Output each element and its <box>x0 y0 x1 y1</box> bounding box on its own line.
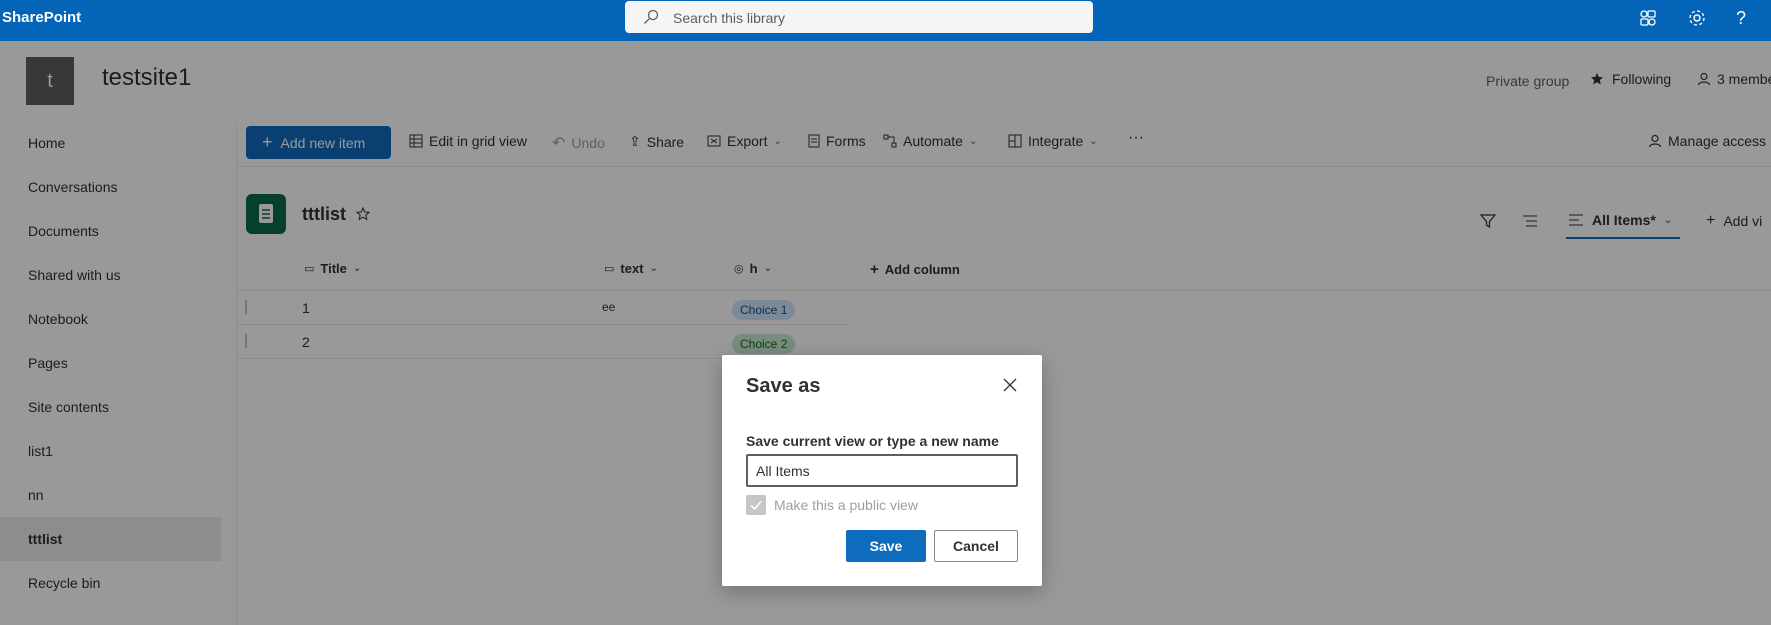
close-icon[interactable] <box>1003 378 1017 392</box>
sharepoint-sites-icon[interactable] <box>1638 8 1658 28</box>
settings-gear-icon[interactable] <box>1687 8 1707 28</box>
checkmark-icon <box>749 498 763 512</box>
view-name-input[interactable] <box>746 454 1018 487</box>
public-view-checkbox[interactable] <box>746 495 766 515</box>
save-as-dialog: Save as Save current view or type a new … <box>722 355 1042 586</box>
search-placeholder: Search this library <box>673 10 786 26</box>
view-name-field-label: Save current view or type a new name <box>746 433 999 449</box>
app-brand[interactable]: SharePoint <box>2 9 81 26</box>
public-view-checkbox-label: Make this a public view <box>774 497 918 513</box>
search-icon <box>643 9 659 25</box>
save-button[interactable]: Save <box>846 530 926 562</box>
dialog-title: Save as <box>746 375 821 397</box>
cancel-button[interactable]: Cancel <box>934 530 1018 562</box>
help-icon[interactable]: ? <box>1736 8 1756 28</box>
search-box[interactable]: Search this library <box>625 1 1093 33</box>
